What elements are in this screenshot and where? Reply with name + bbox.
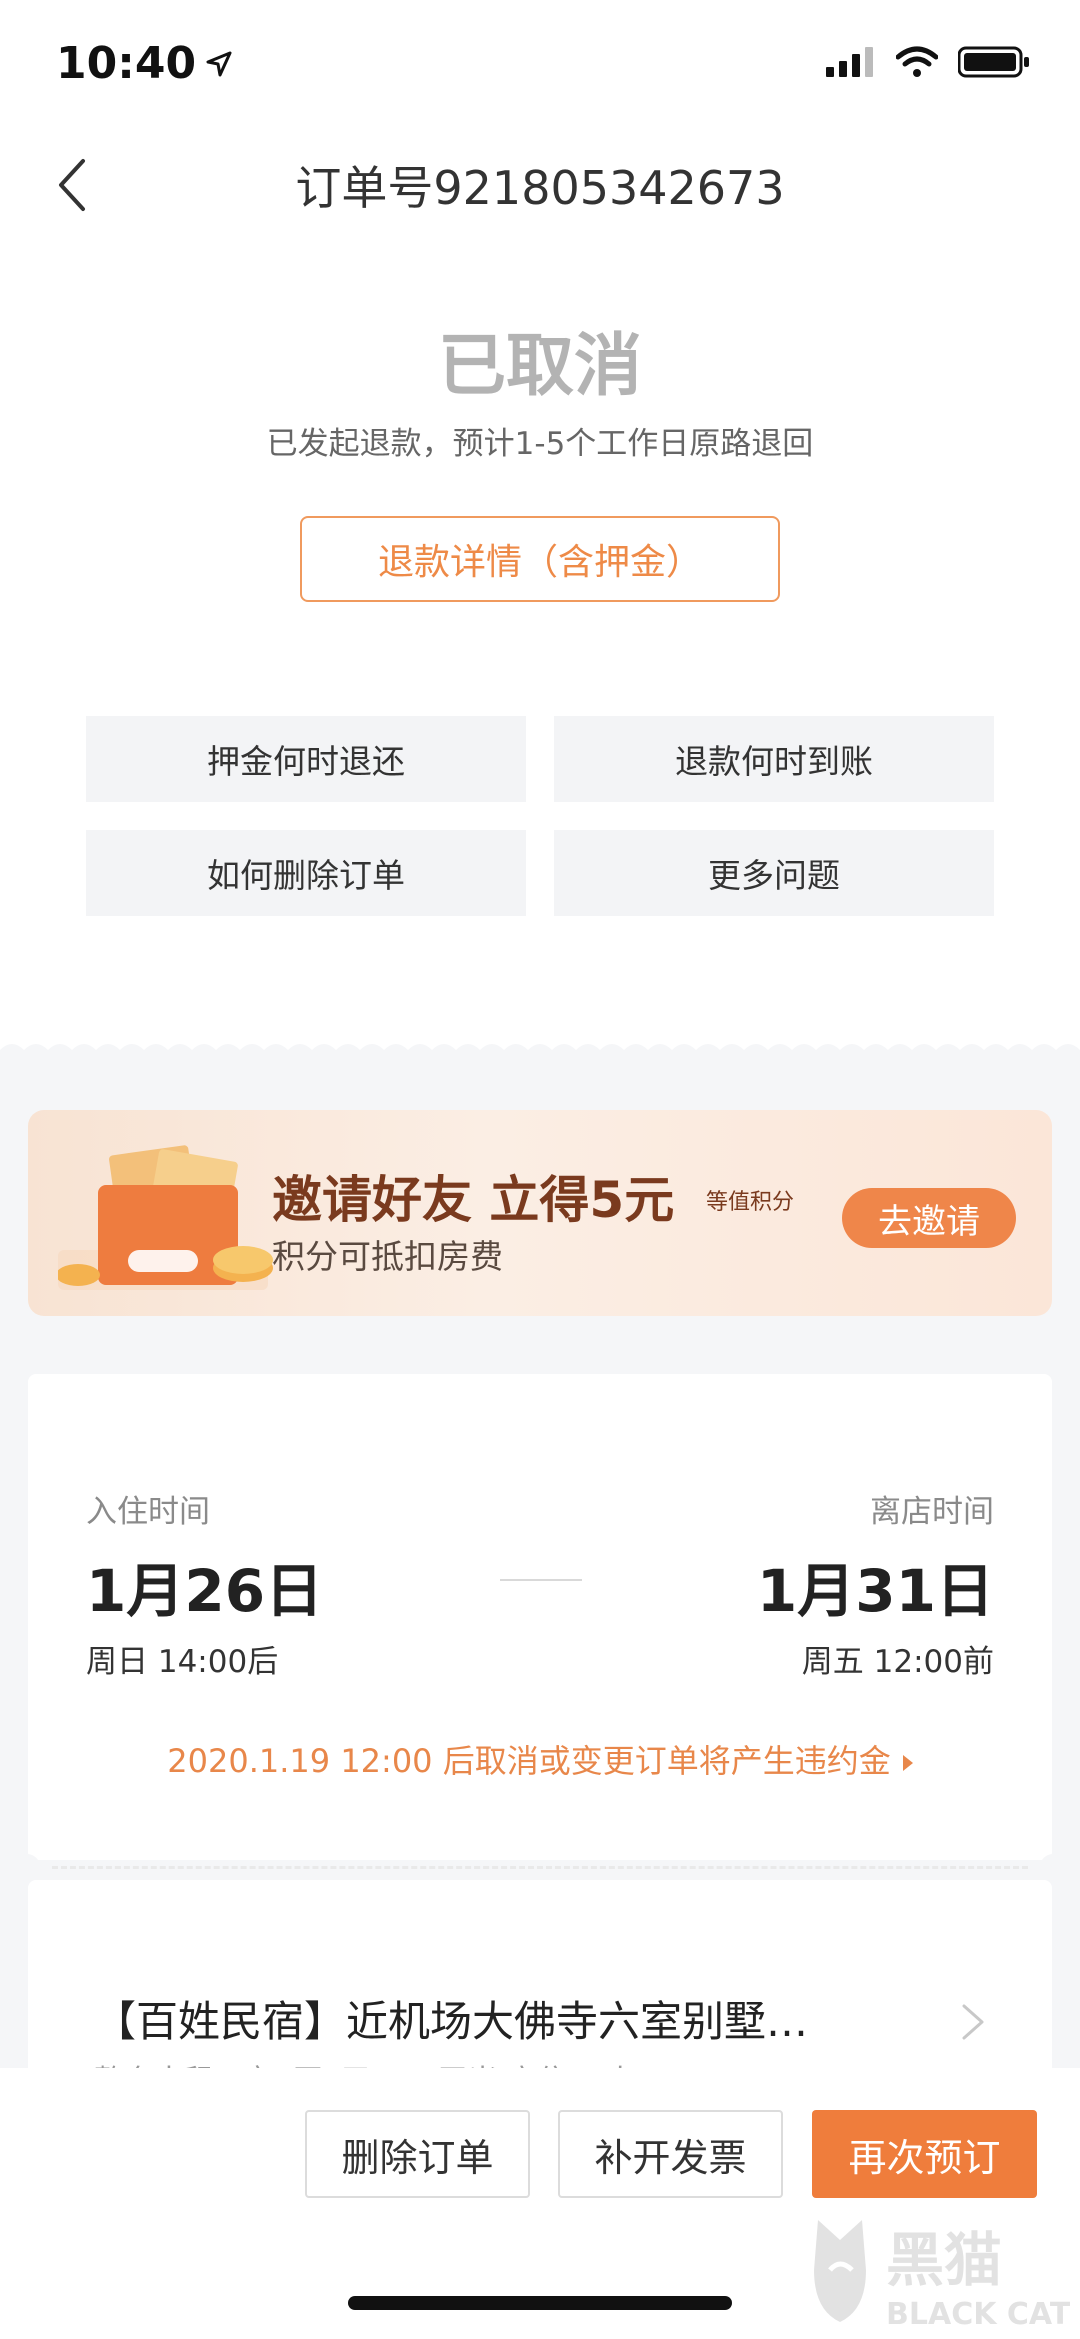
status-time-text: 10:40 — [56, 38, 197, 89]
cancellation-policy-text: 2020.1.19 12:00 后取消或变更订单将产生违约金 — [167, 1742, 891, 1780]
property-title: 【百姓民宿】近机场大佛寺六室别墅… — [94, 1997, 809, 2046]
help-grid: 押金何时退还 退款何时到账 如何删除订单 更多问题 — [86, 716, 994, 916]
help-deposit-refund[interactable]: 押金何时退还 — [86, 716, 526, 802]
banner-title: 邀请好友 立得5元 — [272, 1171, 675, 1229]
banner-title-note: 等值积分 — [706, 1190, 795, 1215]
stay-dates-card: 入住时间 离店时间 1月26日 1月31日 周日 14:00后 周五 12:00… — [28, 1374, 1052, 1860]
svg-text:黑猫: 黑猫 — [886, 2226, 1002, 2294]
help-refund-arrival[interactable]: 退款何时到账 — [554, 716, 994, 802]
invite-banner[interactable]: 邀请好友 立得5元 等值积分 积分可抵扣房费 去邀请 — [28, 1110, 1052, 1316]
status-indicators — [826, 46, 1030, 78]
banner-subtitle: 积分可抵扣房费 — [272, 1237, 503, 1276]
wifi-icon — [896, 46, 938, 77]
ticket-divider — [52, 1866, 1028, 1869]
ticket-notch-left — [14, 1854, 40, 1880]
delete-order-button[interactable]: 删除订单 — [305, 2110, 530, 2198]
ticket-notch-right — [1040, 1854, 1066, 1880]
home-indicator — [348, 2296, 732, 2310]
refund-details-button[interactable]: 退款详情（含押金） — [300, 516, 780, 602]
coupon-envelope-illustration — [58, 1145, 273, 1290]
help-more-questions[interactable]: 更多问题 — [554, 830, 994, 916]
date-divider — [500, 1579, 582, 1581]
checkout-time: 周五 12:00前 — [801, 1644, 994, 1680]
help-delete-order[interactable]: 如何删除订单 — [86, 830, 526, 916]
checkout-date: 1月31日 — [756, 1557, 994, 1625]
invite-button[interactable]: 去邀请 — [842, 1188, 1016, 1248]
nav-bar: 订单号921805342673 — [0, 140, 1080, 230]
wavy-divider — [0, 1044, 1080, 1062]
black-cat-watermark-logo: 黑猫 BLACK CAT — [814, 2220, 1070, 2332]
rebook-button[interactable]: 再次预订 — [812, 2110, 1037, 2198]
checkin-label: 入住时间 — [86, 1494, 210, 1530]
checkin-time: 周日 14:00后 — [86, 1644, 279, 1680]
order-status-subtitle: 已发起退款，预计1-5个工作日原路退回 — [266, 426, 814, 462]
checkin-date: 1月26日 — [86, 1557, 324, 1625]
location-arrow-icon — [206, 51, 232, 76]
status-bar: 10:40 — [0, 0, 1080, 130]
triangle-right-icon — [902, 1755, 913, 1771]
chevron-right-icon — [962, 2004, 984, 2040]
svg-text:BLACK CAT: BLACK CAT — [886, 2297, 1070, 2332]
page-title: 订单号921805342673 — [295, 161, 785, 215]
signal-icon — [826, 47, 873, 77]
status-time: 10:40 — [56, 38, 232, 89]
order-status-title: 已取消 — [437, 327, 642, 406]
reissue-invoice-button[interactable]: 补开发票 — [558, 2110, 783, 2198]
battery-icon — [958, 46, 1029, 78]
cancellation-policy-link[interactable]: 2020.1.19 12:00 后取消或变更订单将产生违约金 — [28, 1736, 1052, 1782]
checkout-label: 离店时间 — [870, 1494, 994, 1530]
